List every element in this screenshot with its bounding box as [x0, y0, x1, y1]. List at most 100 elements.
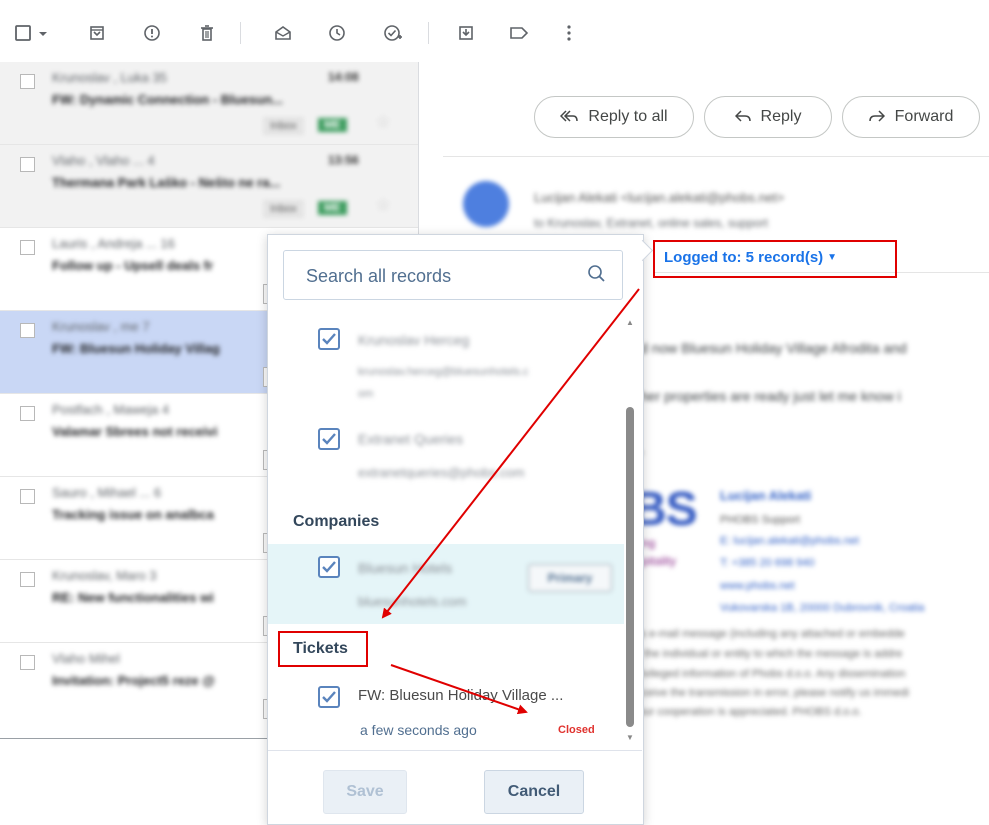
row-sender: Krunoslav, Maro 3: [52, 568, 157, 583]
row-checkbox[interactable]: [20, 489, 35, 504]
search-icon[interactable]: [586, 263, 608, 290]
row-checkbox[interactable]: [20, 157, 35, 172]
email-row[interactable]: Vlaho , Vlaho ... 4 13:56 Thermana Park …: [0, 145, 418, 228]
disclaimer-line: his e-mail message (including any attach…: [632, 628, 905, 640]
reply-icon: [734, 109, 751, 126]
more-icon[interactable]: [558, 24, 580, 45]
chevron-down-icon[interactable]: [36, 24, 50, 45]
row-subject: Follow up - Upsell deals fr: [52, 258, 214, 273]
signature-line: www.phobs.net: [720, 580, 795, 592]
contact-checkbox[interactable]: [318, 428, 340, 450]
reply-all-icon: [560, 109, 579, 126]
move-icon[interactable]: [455, 24, 477, 45]
companies-heading: Companies: [293, 513, 380, 530]
row-sender: Vlaho Mihel: [52, 651, 120, 666]
cancel-button[interactable]: Cancel: [484, 770, 584, 814]
row-sender: Postfach , Maweja 4: [52, 402, 170, 417]
row-sender: Sauro , Mihael ... 6: [52, 485, 162, 500]
contact-name: Krunoslav Herceg: [358, 332, 470, 348]
row-subject: FW: Dynamic Connection - Bluesun...: [52, 92, 283, 107]
search-box[interactable]: [283, 250, 623, 300]
email-to: to Krunoslav, Extranet, online sales, su…: [534, 216, 768, 230]
ticket-time: a few seconds ago: [360, 722, 477, 738]
row-sender: Krunoslav , me 7: [52, 319, 150, 334]
row-sender: Vlaho , Vlaho ... 4: [52, 153, 155, 168]
forward-button[interactable]: Forward: [842, 96, 980, 138]
report-icon[interactable]: [141, 24, 163, 45]
disclaimer-line: Your cooperation is appreciated. PHOBS d…: [632, 706, 862, 718]
primary-badge[interactable]: Primary: [528, 564, 612, 592]
scrollbar-thumb[interactable]: [626, 407, 634, 727]
reply-all-button[interactable]: Reply to all: [534, 96, 694, 138]
row-time: 14:08: [328, 70, 359, 84]
signature-line: PHOBS Support: [720, 514, 801, 526]
forward-icon: [868, 109, 885, 126]
ticket-checkbox[interactable]: [318, 686, 340, 708]
signature-line: Vukovarska 1B, 20000 Dubrovnik, Croatia: [720, 602, 925, 614]
company-name: Bluesun Hotels: [358, 560, 453, 576]
row-subject: Valamar Sbrees not receivi: [52, 424, 218, 439]
row-subject: Invitation: Project5 reze @: [52, 673, 215, 688]
save-button[interactable]: Save: [323, 770, 407, 814]
row-subject: FW: Bluesun Holiday Villag: [52, 341, 220, 356]
signature-line: T: +385 20 698 940: [720, 557, 815, 569]
email-from: Lucijan Alekati <lucijan.alekati@phobs.n…: [534, 190, 785, 205]
reply-button[interactable]: Reply: [704, 96, 832, 138]
contact-email: om: [358, 388, 374, 400]
ticket-name[interactable]: FW: Bluesun Holiday Village ...: [358, 687, 563, 704]
email-row[interactable]: Krunoslav , Luka 35 14:08 FW: Dynamic Co…: [0, 62, 418, 145]
signature-line: E: lucijan.alekati@phobs.net: [720, 535, 859, 547]
row-subject: Thermana Park Laško - Nešto ne ra...: [52, 175, 281, 190]
row-label: Inbox: [264, 118, 303, 134]
disclaimer-line: receive the transmission in error, pleas…: [632, 687, 909, 699]
contact-checkbox[interactable]: [318, 328, 340, 350]
scroll-down-icon[interactable]: ▼: [626, 733, 634, 742]
star-icon[interactable]: ☆: [376, 112, 390, 132]
company-domain: bluesunhotels.com: [358, 594, 467, 609]
ticket-status-badge: Closed: [558, 724, 595, 736]
snooze-icon[interactable]: [326, 24, 348, 45]
contact-email: extranetqueries@phobs.com: [358, 465, 525, 480]
checkbox-icon[interactable]: [12, 24, 34, 45]
email-body-line: d now Bluesun Holiday Village Afrodita a…: [640, 340, 907, 356]
disclaimer-line: privileged information of Phobs d.o.o. A…: [632, 668, 906, 680]
forward-label: Forward: [894, 108, 954, 125]
email-body-line: her properties are ready just let me kno…: [640, 388, 901, 404]
row-sender: Lauris , Andreja ... 16: [52, 236, 175, 251]
company-checkbox[interactable]: [318, 556, 340, 578]
delete-icon[interactable]: [196, 24, 218, 45]
row-subject: RE: New functionalities wi: [52, 590, 214, 605]
signature-name: Lucijan Alekati: [720, 488, 812, 503]
avatar: [463, 181, 509, 227]
row-tag: ME: [318, 201, 347, 215]
star-icon[interactable]: ☆: [376, 195, 390, 215]
disclaimer-line: of the individual or entity to which the…: [632, 648, 903, 660]
row-checkbox[interactable]: [20, 655, 35, 670]
row-tag: ME: [318, 118, 347, 132]
mark-read-icon[interactable]: [272, 24, 294, 45]
toolbar: [0, 0, 989, 62]
label-icon[interactable]: [508, 24, 530, 45]
row-checkbox[interactable]: [20, 572, 35, 587]
toolbar-divider: [240, 22, 241, 44]
search-input[interactable]: [304, 265, 578, 288]
archive-icon[interactable]: [86, 24, 108, 45]
popup-footer-divider: [268, 750, 642, 751]
row-checkbox[interactable]: [20, 406, 35, 421]
row-label: Inbox: [264, 201, 303, 217]
contact-name: Extranet Queries: [358, 431, 464, 447]
scroll-up-icon[interactable]: ▲: [626, 318, 634, 327]
toolbar-divider: [428, 22, 429, 44]
add-task-icon[interactable]: [382, 24, 404, 45]
row-subject: Tracking issue on analbca: [52, 507, 214, 522]
row-checkbox[interactable]: [20, 323, 35, 338]
row-checkbox[interactable]: [20, 240, 35, 255]
ticket-name-text: FW: Bluesun Holiday Village ...: [358, 687, 564, 704]
annotation-highlight-tickets: [278, 631, 368, 667]
reply-all-label: Reply to all: [588, 108, 668, 125]
row-time: 13:56: [328, 153, 359, 167]
row-sender: Krunoslav , Luka 35: [52, 70, 167, 85]
reply-label: Reply: [760, 108, 802, 125]
row-checkbox[interactable]: [20, 74, 35, 89]
divider: [443, 156, 989, 157]
